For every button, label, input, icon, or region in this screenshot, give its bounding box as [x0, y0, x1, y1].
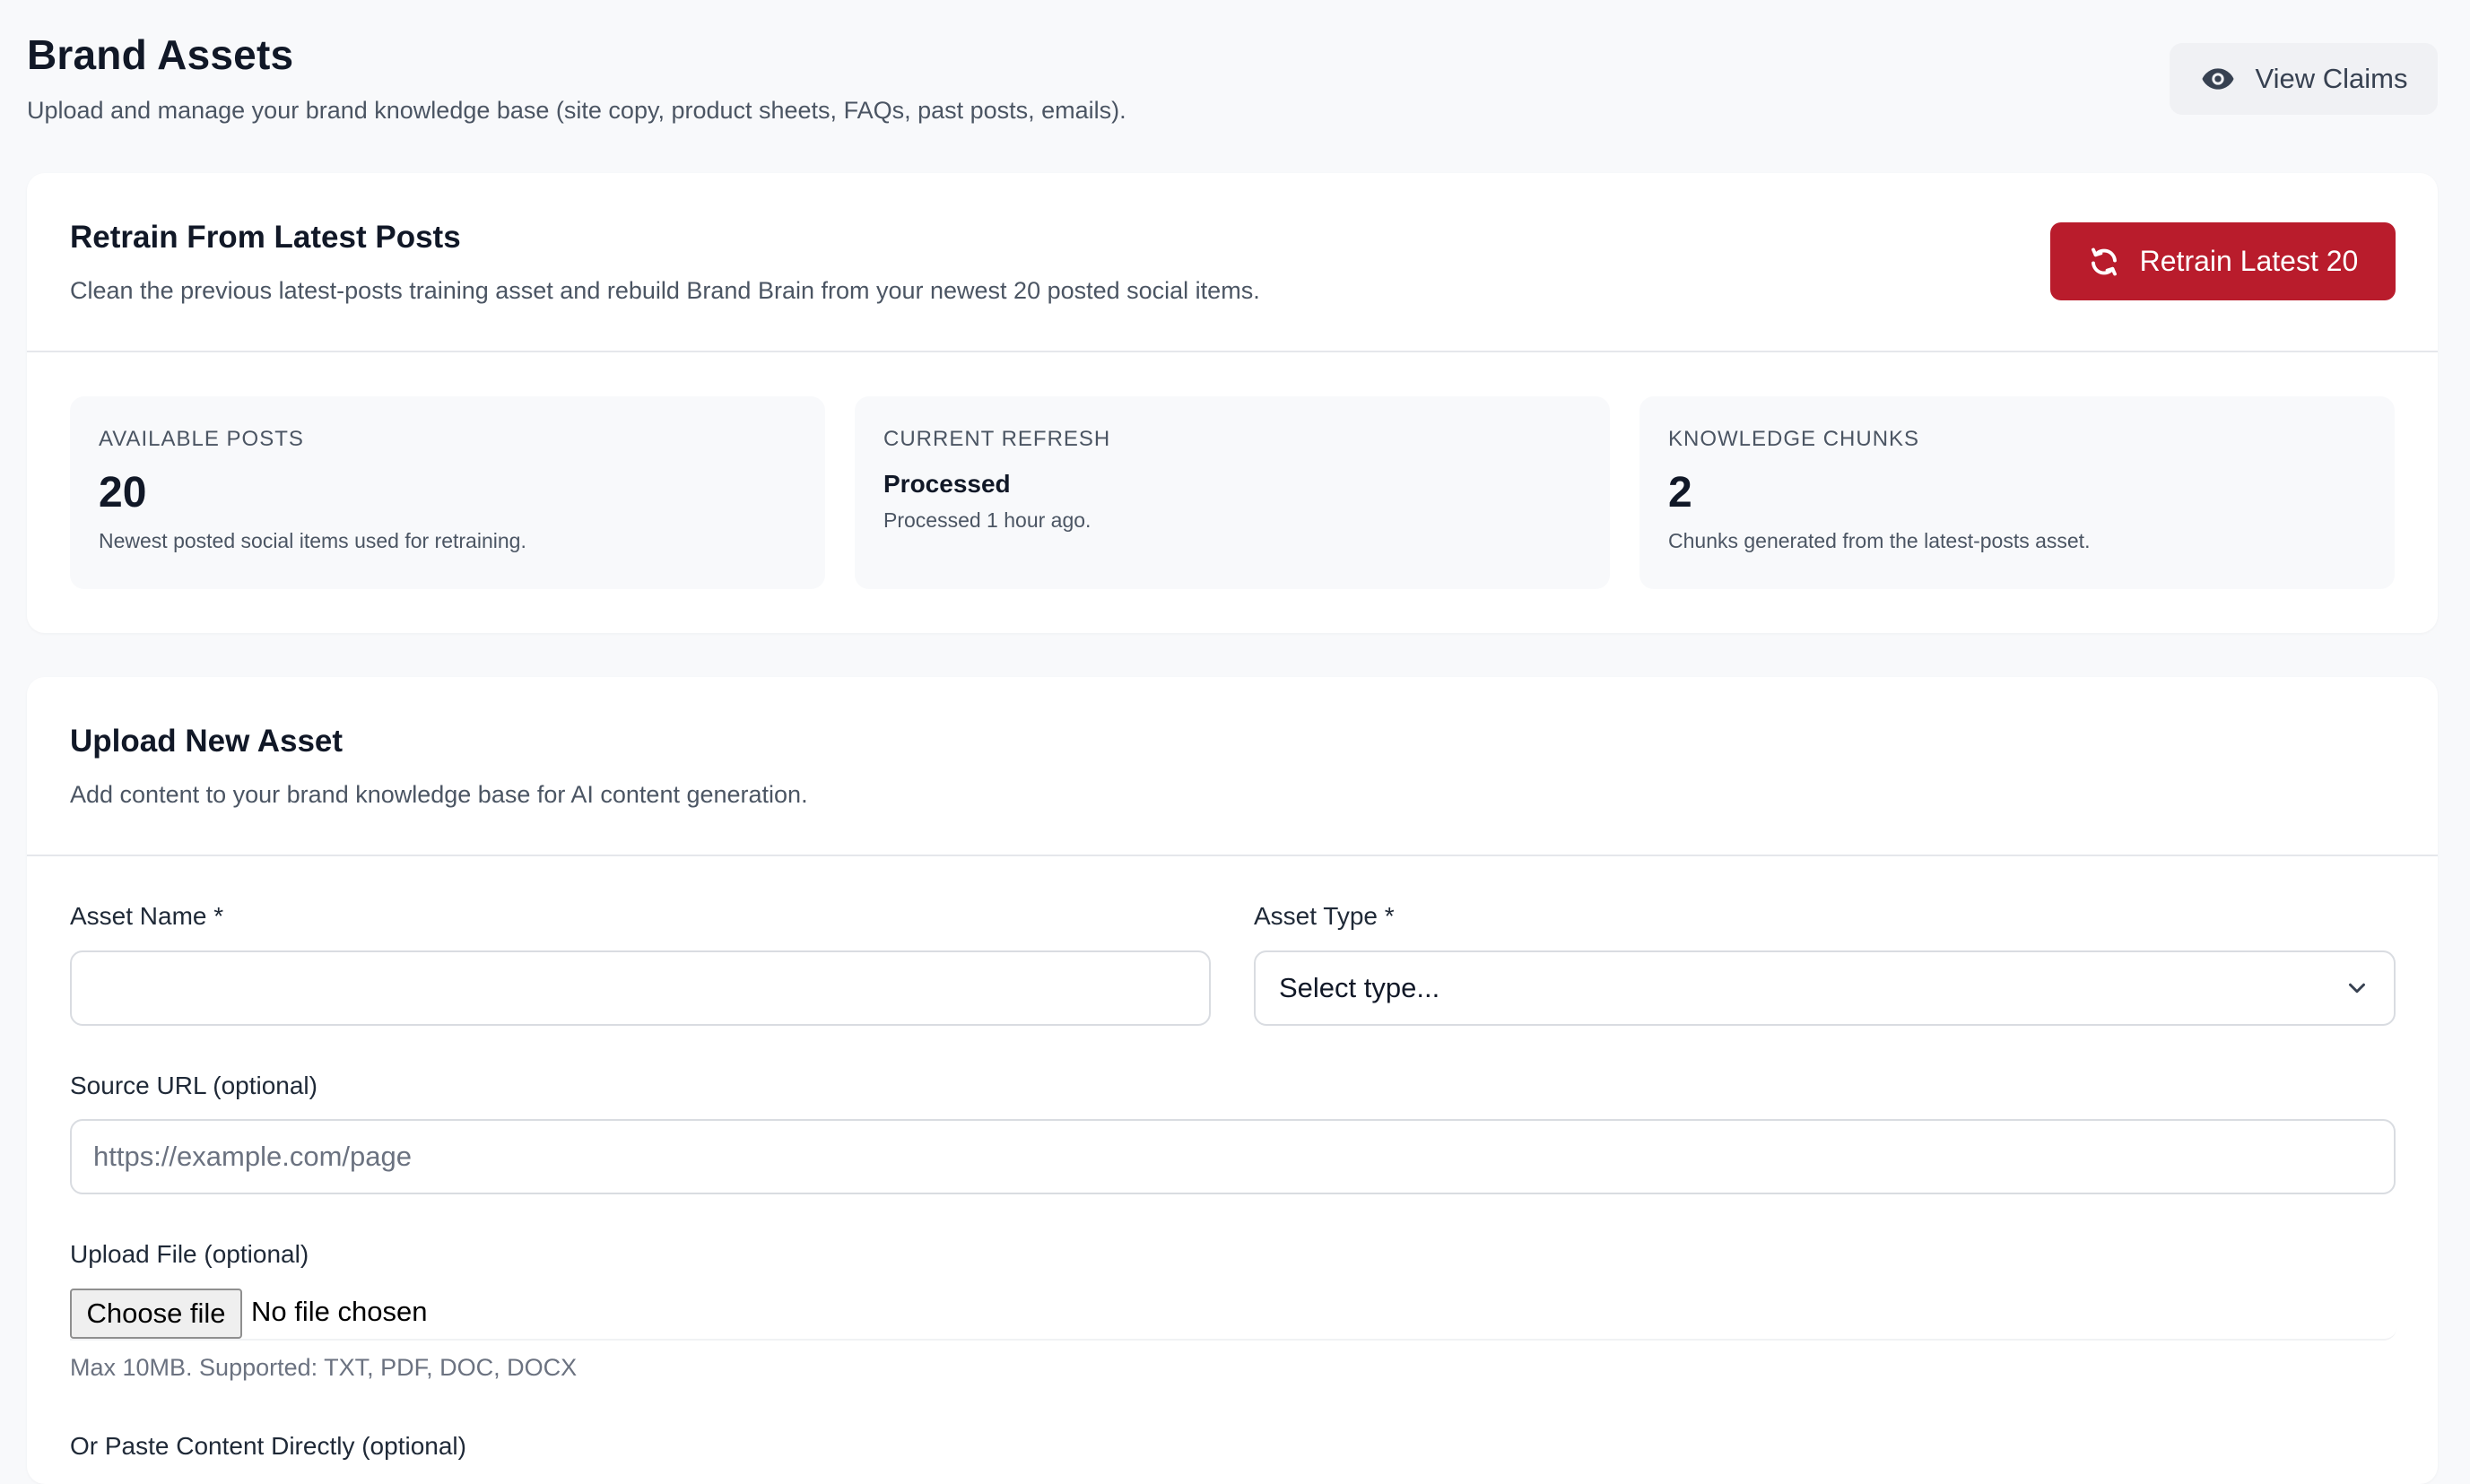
paste-content-label: Or Paste Content Directly (optional): [70, 1432, 466, 1460]
asset-type-selected: Select type...: [1279, 972, 1440, 1003]
source-url-input[interactable]: [70, 1119, 2396, 1194]
asset-type-select[interactable]: Select type...: [1254, 950, 2396, 1026]
stat-available-posts: AVAILABLE POSTS 20 Newest posted social …: [70, 396, 825, 589]
retrain-card: Retrain From Latest Posts Clean the prev…: [27, 173, 2438, 633]
stat-note: Newest posted social items used for retr…: [99, 529, 526, 552]
retrain-title: Retrain From Latest Posts: [70, 220, 461, 255]
retrain-divider: [27, 351, 2438, 352]
asset-type-label: Asset Type *: [1254, 902, 1395, 930]
stat-status: Processed: [883, 470, 1011, 498]
retrain-description: Clean the previous latest-posts training…: [70, 277, 1260, 304]
choose-file-button[interactable]: Choose file: [70, 1289, 242, 1339]
stat-label: CURRENT REFRESH: [883, 427, 1111, 451]
asset-name-input[interactable]: [70, 950, 1211, 1026]
upload-divider: [27, 855, 2438, 856]
stat-label: AVAILABLE POSTS: [99, 427, 304, 451]
view-claims-label: View Claims: [2255, 63, 2408, 94]
file-input[interactable]: Choose file No file chosen: [70, 1289, 2396, 1341]
stat-value: 20: [99, 469, 147, 516]
stat-value: 2: [1668, 469, 1692, 516]
stat-knowledge-chunks: KNOWLEDGE CHUNKS 2 Chunks generated from…: [1639, 396, 2395, 589]
upload-title: Upload New Asset: [70, 724, 344, 759]
stat-note: Processed 1 hour ago.: [883, 508, 1091, 532]
stat-label: KNOWLEDGE CHUNKS: [1668, 427, 1920, 451]
file-hint: Max 10MB. Supported: TXT, PDF, DOC, DOCX: [70, 1354, 578, 1381]
source-url-label: Source URL (optional): [70, 1072, 317, 1099]
asset-name-label: Asset Name *: [70, 902, 224, 930]
stat-note: Chunks generated from the latest-posts a…: [1668, 529, 2091, 552]
page-subtitle: Upload and manage your brand knowledge b…: [27, 97, 1126, 124]
refresh-icon: [2091, 247, 2117, 275]
file-status: No file chosen: [251, 1296, 428, 1327]
retrain-latest-label: Retrain Latest 20: [2139, 245, 2359, 277]
page-title: Brand Assets: [27, 31, 294, 78]
chevron-down-icon: [2349, 983, 2365, 994]
stat-current-refresh: CURRENT REFRESH Processed Processed 1 ho…: [855, 396, 1610, 589]
retrain-latest-button[interactable]: Retrain Latest 20: [2050, 222, 2396, 300]
upload-file-label: Upload File (optional): [70, 1240, 309, 1268]
eye-icon: [2202, 68, 2233, 90]
upload-card: Upload New Asset Add content to your bra…: [27, 677, 2438, 1484]
upload-description: Add content to your brand knowledge base…: [70, 781, 808, 808]
view-claims-button[interactable]: View Claims: [2170, 43, 2438, 115]
